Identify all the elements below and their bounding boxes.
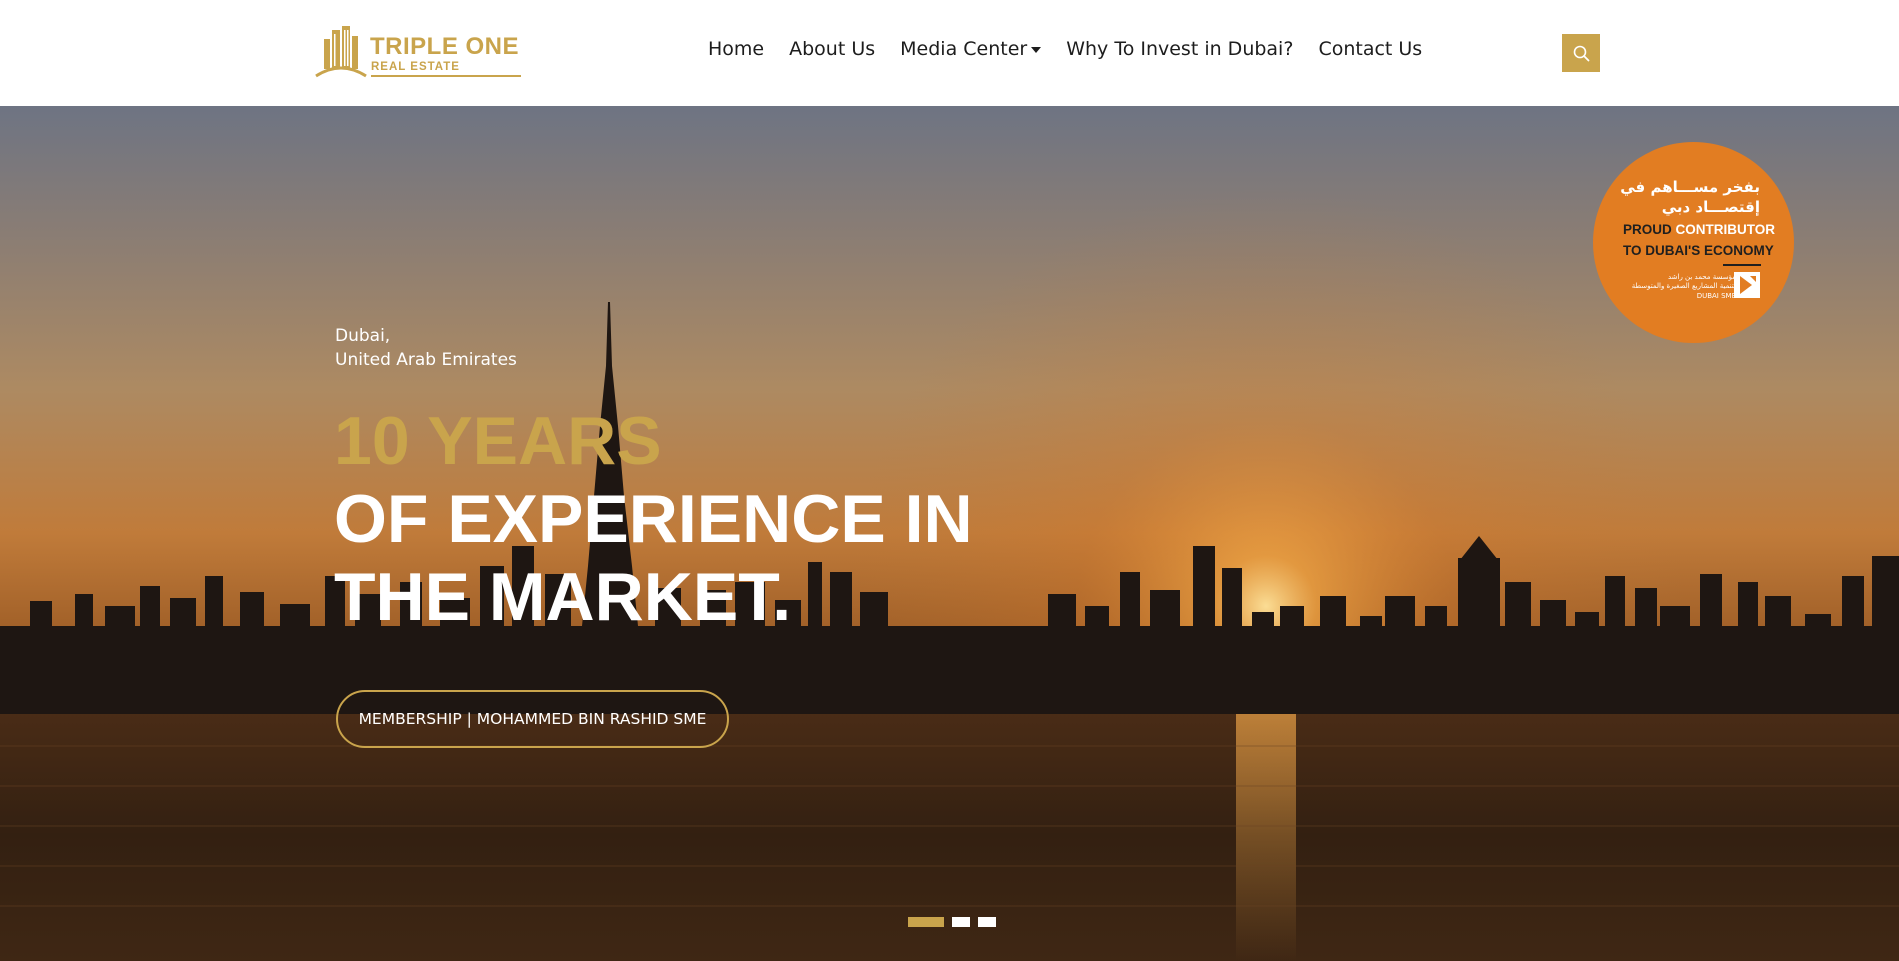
slider-pagination bbox=[908, 917, 996, 927]
logo-subtitle: REAL ESTATE bbox=[371, 61, 460, 73]
hero-headline: 10 YEARS OF EXPERIENCE IN THE MARKET. bbox=[334, 402, 1094, 636]
nav-contact-us[interactable]: Contact Us bbox=[1318, 38, 1422, 60]
location-country: United Arab Emirates bbox=[335, 350, 517, 370]
headline-accent: 10 YEARS bbox=[334, 403, 662, 479]
headline-main: OF EXPERIENCE IN THE MARKET. bbox=[334, 481, 973, 635]
slider-dot-3[interactable] bbox=[978, 917, 996, 927]
main-nav: Home About Us Media Center Why To Invest… bbox=[708, 38, 1422, 60]
logo[interactable]: TRIPLE ONE REAL ESTATE bbox=[315, 24, 521, 80]
badge-arabic-line2: إقتصـــاد دبي bbox=[1661, 198, 1760, 216]
nav-why-invest[interactable]: Why To Invest in Dubai? bbox=[1066, 38, 1293, 60]
badge-small-en: DUBAI SME bbox=[1696, 292, 1736, 300]
badge-small-line1: مؤسسة محمد بن راشد bbox=[1667, 273, 1736, 281]
dubai-sme-logo-icon bbox=[1734, 272, 1760, 298]
badge-divider bbox=[1723, 264, 1761, 266]
badge-proud: PROUD bbox=[1623, 222, 1672, 237]
dubai-sme-badge[interactable]: بفخر مســـاهم في إقتصـــاد دبي PROUD CON… bbox=[1593, 142, 1794, 343]
caret-down-icon bbox=[1031, 46, 1042, 53]
badge-contributor: CONTRIBUTOR bbox=[1675, 222, 1776, 237]
badge-english-line1: PROUD CONTRIBUTOR bbox=[1623, 222, 1775, 237]
badge-arabic-line1: بفخر مســـاهم في bbox=[1620, 178, 1760, 196]
logo-name: TRIPLE ONE bbox=[370, 33, 520, 60]
nav-about-us[interactable]: About Us bbox=[789, 38, 875, 60]
nav-media-center-label: Media Center bbox=[900, 38, 1028, 60]
building-logo-icon bbox=[315, 26, 367, 78]
membership-cta-button[interactable]: MEMBERSHIP | MOHAMMED BIN RASHID SME bbox=[336, 690, 729, 748]
search-button[interactable] bbox=[1562, 34, 1600, 72]
slider-dot-2[interactable] bbox=[952, 917, 970, 927]
badge-english-line2: TO DUBAI'S ECONOMY bbox=[1623, 243, 1774, 258]
slider-dot-1[interactable] bbox=[908, 917, 944, 927]
hero-slider: Dubai, United Arab Emirates 10 YEARS OF … bbox=[0, 106, 1899, 961]
nav-contact-us-label: Contact Us bbox=[1318, 38, 1423, 60]
site-header: TRIPLE ONE REAL ESTATE Home About Us Med… bbox=[0, 0, 1899, 106]
nav-about-us-label: About Us bbox=[789, 38, 876, 60]
location-city: Dubai, bbox=[335, 326, 391, 346]
nav-media-center[interactable]: Media Center bbox=[900, 38, 1042, 60]
nav-home[interactable]: Home bbox=[708, 38, 764, 60]
nav-why-invest-label: Why To Invest in Dubai? bbox=[1066, 38, 1294, 60]
logo-underline bbox=[371, 75, 521, 77]
hero-location: Dubai, United Arab Emirates bbox=[335, 324, 517, 372]
search-icon bbox=[1573, 45, 1589, 61]
nav-home-label: Home bbox=[708, 38, 765, 60]
badge-small-line2: لتنمية المشاريع الصغيرة والمتوسطة bbox=[1631, 282, 1736, 290]
